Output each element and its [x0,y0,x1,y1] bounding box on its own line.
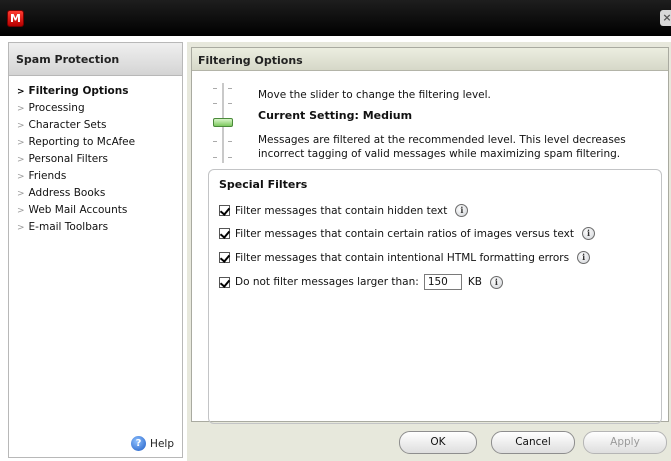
filter-size-limit-checkbox[interactable] [219,276,230,288]
chevron-right-icon: > [17,121,25,131]
mcafee-logo-icon: M [7,10,24,27]
help-label: Help [150,437,174,450]
sidebar-item-address-books[interactable]: > Address Books [9,185,182,202]
slider-tick [228,157,232,158]
filter-label: Filter messages that contain certain rat… [235,227,574,240]
sidebar-title: Spam Protection [9,43,182,76]
sidebar-item-label: Character Sets [28,119,107,131]
sidebar-item-reporting-to-mcafee[interactable]: > Reporting to McAfee [9,134,182,151]
content-area: Filtering Options Move the slider to cha… [187,42,671,461]
filter-html-errors-row: Filter messages that contain intentional… [219,251,591,264]
filter-hidden-text-checkbox[interactable] [219,205,230,216]
sidebar-item-personal-filters[interactable]: > Personal Filters [9,151,182,168]
sidebar-item-label: Web Mail Accounts [28,204,128,216]
sidebar-item-label: Processing [28,102,85,114]
title-bar: M × [0,0,671,36]
slider-tick [213,88,217,89]
chevron-right-icon: > [17,189,25,199]
level-description: Messages are filtered at the recommended… [258,134,626,160]
sidebar-item-character-sets[interactable]: > Character Sets [9,117,182,134]
filter-image-ratio-checkbox[interactable] [219,228,230,239]
sidebar-item-friends[interactable]: > Friends [9,168,182,185]
info-icon[interactable]: i [577,251,591,264]
current-setting: Current Setting: Medium [258,109,413,122]
filter-size-limit-row: Do not filter messages larger than: KB i [219,274,503,290]
sidebar-item-label: Friends [28,170,67,182]
filter-label: Filter messages that contain intentional… [235,251,570,264]
chevron-right-icon: > [17,155,25,165]
filtering-options-panel: Filtering Options Move the slider to cha… [191,47,669,424]
filter-hidden-text-row: Filter messages that contain hidden text… [219,204,469,217]
special-filters-group: Special Filters Filter messages that con… [208,169,662,424]
slider-thumb[interactable] [213,118,233,127]
sidebar-item-web-mail-accounts[interactable]: > Web Mail Accounts [9,202,182,219]
close-icon[interactable]: × [660,10,671,26]
sidebar-item-label: E-mail Toolbars [28,221,109,233]
sidebar-nav: > Filtering Options > Processing > Characte… [9,76,182,236]
info-icon[interactable]: i [581,227,595,240]
sidebar-item-label: Filtering Options [28,85,129,97]
slider-instruction: Move the slider to change the filtering … [258,89,491,101]
special-filters-title: Special Filters [219,178,308,191]
size-unit-label: KB [467,276,482,288]
sidebar-item-e-mail-toolbars[interactable]: > E-mail Toolbars [9,219,182,236]
slider-tick [213,103,217,104]
slider-tick [213,157,217,158]
sidebar-item-label: Reporting to McAfee [28,136,136,148]
sidebar: Spam Protection > Filtering Options > Proc… [8,42,183,458]
chevron-right-icon: > [17,223,25,233]
filter-label: Do not filter messages larger than: [235,276,419,288]
sidebar-item-label: Address Books [28,187,106,199]
apply-button[interactable]: Apply [583,431,667,454]
filter-label: Filter messages that contain hidden text [235,204,448,217]
filtering-level-slider[interactable] [208,83,234,163]
filter-image-ratio-row: Filter messages that contain certain rat… [219,227,595,240]
sidebar-item-label: Personal Filters [28,153,108,165]
slider-tick [228,88,232,89]
chevron-right-icon: > [17,138,25,148]
help-link[interactable]: ? Help [131,436,174,451]
chevron-right-icon: > [17,87,25,97]
cancel-button[interactable]: Cancel [491,431,575,454]
filter-html-errors-checkbox[interactable] [219,252,230,263]
chevron-right-icon: > [17,172,25,182]
sidebar-item-processing[interactable]: > Processing [9,100,182,117]
info-icon[interactable]: i [489,275,503,289]
chevron-right-icon: > [17,104,25,114]
panel-title: Filtering Options [192,48,668,71]
chevron-right-icon: > [17,206,25,216]
size-limit-input[interactable] [423,274,462,290]
slider-tick [213,141,217,142]
info-icon[interactable]: i [455,204,469,217]
slider-tick [228,141,232,142]
ok-button[interactable]: OK [399,431,477,454]
slider-tick [228,103,232,104]
help-icon: ? [131,436,147,451]
sidebar-item-filtering-options[interactable]: > Filtering Options [9,83,182,100]
